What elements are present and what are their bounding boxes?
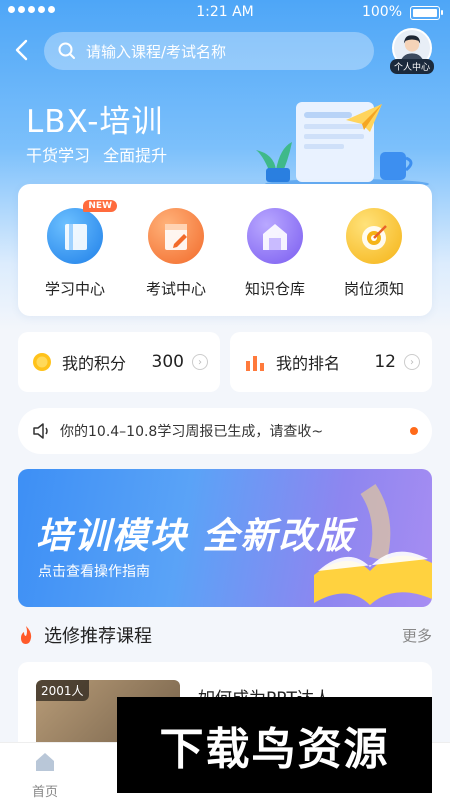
more-link[interactable]: 更多	[402, 625, 432, 646]
quick-link-label: 岗位须知	[343, 280, 404, 298]
profile-button[interactable]: 个人中心	[390, 28, 434, 74]
banner-title: 培训模块 全新改版	[36, 516, 355, 557]
flame-icon	[21, 626, 32, 644]
page-title: LBX-培训	[26, 104, 164, 140]
quick-link-study-center[interactable]: NEW 学习中心	[25, 200, 125, 299]
ranking-icon	[246, 356, 264, 371]
coin-icon	[33, 353, 51, 371]
points-value: 300	[151, 352, 184, 372]
target-icon	[346, 208, 402, 264]
notice-text: 你的10.4–10.8学习周报已生成，请查收~	[60, 424, 324, 440]
section-header: 选修推荐课程 更多	[18, 622, 432, 648]
search-icon	[58, 42, 75, 59]
tab-home[interactable]: 首页	[0, 747, 90, 800]
search-input[interactable]: 请输入课程/考试名称	[44, 32, 374, 70]
exam-pencil-icon	[148, 208, 204, 264]
search-placeholder: 请输入课程/考试名称	[86, 42, 227, 61]
speaker-icon	[33, 423, 48, 439]
banner-subtitle: 点击查看操作指南	[38, 564, 150, 580]
rank-value: 12	[374, 352, 396, 372]
page-subtitle: 干货学习 全面提升	[26, 146, 168, 165]
promo-banner[interactable]: 培训模块 全新改版 点击查看操作指南	[18, 469, 432, 607]
quick-link-label: 考试中心	[145, 280, 206, 298]
unread-dot	[410, 427, 418, 435]
home-icon	[36, 753, 54, 771]
enrollment-count: 2001人	[36, 680, 89, 701]
hero-illustration	[256, 102, 429, 189]
quick-link-label: 学习中心	[44, 280, 105, 298]
new-badge: NEW	[83, 200, 117, 212]
quick-link-label: 知识仓库	[244, 280, 305, 298]
rank-label: 我的排名	[276, 354, 341, 373]
battery-icon	[410, 6, 443, 20]
profile-label: 个人中心	[390, 59, 434, 74]
tab-label: 首页	[31, 785, 58, 800]
section-title: 选修推荐课程	[44, 626, 152, 647]
quick-links-card: NEW 学习中心 考试中心 知识仓库 岗位须知	[18, 184, 432, 316]
book-icon: NEW	[47, 200, 117, 264]
quick-link-exam-center[interactable]: 考试中心	[126, 208, 226, 299]
notice-bar[interactable]: 你的10.4–10.8学习周报已生成，请查收~	[18, 408, 432, 454]
chevron-right-icon: ›	[404, 354, 420, 370]
quick-link-knowledge-base[interactable]: 知识仓库	[225, 208, 325, 299]
my-rank-card[interactable]: 我的排名 12 ›	[230, 332, 432, 392]
back-arrow-icon[interactable]	[10, 36, 34, 64]
status-bar: 1:21 AM 100%	[0, 0, 450, 26]
my-points-card[interactable]: 我的积分 300 ›	[18, 332, 220, 392]
watermark: 下载鸟资源	[117, 697, 432, 793]
top-nav: 请输入课程/考试名称 个人中心	[0, 28, 450, 74]
points-label: 我的积分	[62, 354, 127, 373]
battery-percent: 100%	[361, 4, 402, 20]
quick-link-job-guide[interactable]: 岗位须知	[324, 208, 424, 299]
warehouse-icon	[247, 208, 303, 264]
chevron-right-icon: ›	[192, 354, 208, 370]
